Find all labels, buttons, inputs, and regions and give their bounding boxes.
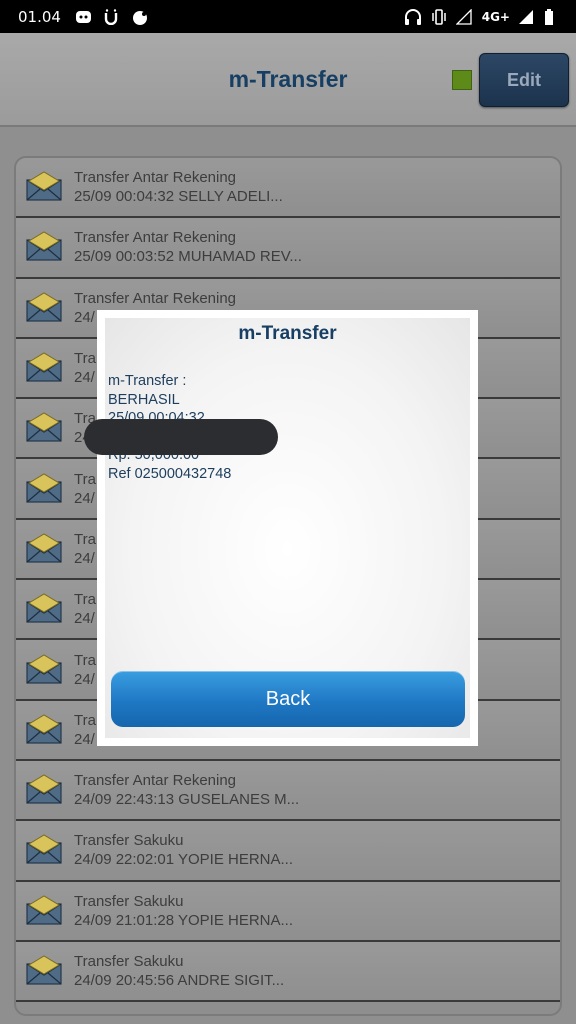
- envelope-icon: [26, 895, 64, 927]
- chat-app-icon: [75, 9, 93, 25]
- list-item-text: Transfer Sakuku 24/09 22:02:01 YOPIE HERN…: [74, 831, 293, 869]
- list-item-title: Transfer Sakuku: [74, 892, 184, 910]
- list-item[interactable]: Transfer Sakuku 24/09 22:02:01 YOPIE HERN…: [16, 821, 560, 882]
- list-item-text: Transfer Sakuku 24/09 20:45:56 ANDRE SIGI…: [74, 952, 284, 990]
- signal-empty-icon: [455, 7, 474, 25]
- network-type: 4G+: [481, 9, 510, 24]
- status-indicator: [452, 70, 472, 90]
- list-item-text: Transfer Antar Rekening 24/09 22:43:13 GU…: [74, 771, 299, 809]
- message-line: m-Transfer :: [108, 373, 187, 389]
- list-item[interactable]: Transfer Sakuku 24/09 20:45:56 ANDRE SIGI…: [16, 941, 560, 1003]
- headphones-icon: [404, 8, 422, 25]
- list-item-subtitle: 24/09 21:01:28 YOPIE HERNA...: [74, 911, 294, 929]
- envelope-icon: [26, 653, 64, 686]
- list-item-title: Transfer Antar Rekening: [74, 289, 237, 307]
- list-item-subtitle: 24/09 20:45:56 ANDRE SIGIT...: [74, 972, 285, 989]
- envelope-icon: [26, 714, 64, 746]
- envelope-icon: [26, 533, 64, 565]
- list-item-title: Transfer Sakuku: [74, 953, 184, 970]
- list-item-title: Transfer Antar Rekening: [74, 169, 237, 187]
- clock: 01.04: [18, 7, 61, 26]
- list-item-subtitle: 25/09 00:04:32 SELLY ADELI...: [74, 188, 283, 206]
- envelope-icon: [26, 412, 64, 444]
- back-button[interactable]: Back: [111, 671, 465, 727]
- signal-full-icon: [518, 9, 536, 25]
- list-item[interactable]: Transfer Antar Rekening 25/09 00:03:52 MU…: [16, 218, 560, 279]
- list-item-text: Transfer Sakuku 24/09 21:01:28 YOPIE HERN…: [74, 892, 293, 930]
- envelope-icon: [26, 171, 64, 203]
- envelope-icon: [26, 593, 64, 625]
- envelope-icon: [26, 774, 64, 806]
- envelope-icon: [26, 834, 64, 866]
- list-item-title: Transfer Antar Rekening: [74, 229, 237, 247]
- cloud-app-icon: [131, 9, 149, 25]
- list-item-subtitle: 24/09 22:02:01 YOPIE HERNA...: [74, 851, 294, 869]
- list-item-title: Transfer Sakuku: [74, 832, 184, 850]
- envelope-icon: [26, 955, 64, 987]
- list-item-subtitle: 25/09 00:03:52 MUHAMAD REV...: [74, 248, 302, 266]
- envelope-icon: [26, 231, 64, 263]
- envelope-icon: [26, 352, 64, 384]
- list-item-subtitle: 24/09 22:43:13 GUSELANES M...: [74, 791, 300, 809]
- dialog-title: m-Transfer: [238, 323, 337, 344]
- redaction-mark: [84, 419, 278, 455]
- list-item[interactable]: Transfer Antar Rekening 24/09 22:43:13 GU…: [16, 760, 560, 822]
- list-item-title: Transfer Antar Rekening: [74, 772, 237, 790]
- message-status: BERHASIL: [108, 391, 180, 408]
- battery-icon: [544, 8, 562, 25]
- edit-button[interactable]: Edit: [479, 53, 569, 107]
- list-item[interactable]: Transfer Sakuku 24/09 21:01:28 YOPIE HERN…: [16, 881, 560, 942]
- status-bar: 01.04 4G+: [0, 0, 576, 33]
- envelope-icon: [26, 292, 64, 324]
- list-item-text: Transfer Antar Rekening 25/09 00:03:52 MU…: [74, 228, 302, 266]
- app-notification-icon: [103, 8, 121, 25]
- app-header: m-Transfer Edit: [0, 33, 576, 127]
- envelope-icon: [26, 473, 64, 505]
- list-item[interactable]: Transfer Antar Rekening 25/09 00:04:32 SE…: [16, 158, 560, 219]
- message-reference: Ref 025000432748: [108, 465, 232, 482]
- list-item-text: Transfer Antar Rekening 25/09 00:04:32 SE…: [74, 168, 283, 206]
- vibrate-icon: [430, 8, 448, 25]
